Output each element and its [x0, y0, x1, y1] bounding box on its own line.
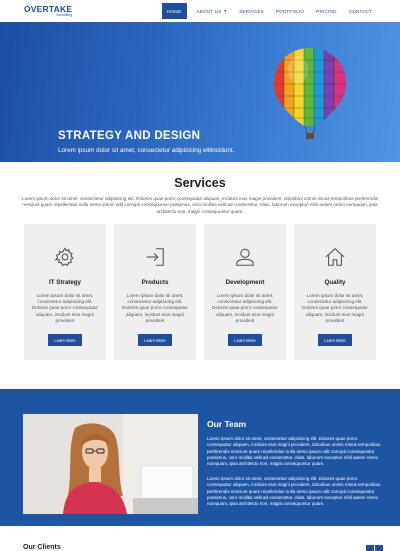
prev-arrow-button[interactable] [366, 545, 374, 551]
card-text: Lorem ipsum dolor sit amet, consectetur … [32, 292, 98, 324]
learn-more-button[interactable]: Learn More [318, 334, 352, 347]
team-paragraph: Lorem ipsum dolor sit amet, consectetur … [207, 476, 381, 507]
services-description: Lorem ipsum dolor sit amet, consectetur … [22, 196, 378, 214]
user-icon [236, 248, 254, 266]
team-title: Our Team [207, 419, 247, 429]
service-card-quality: Quality Lorem ipsum dolor sit amet, cons… [294, 223, 376, 360]
card-title: IT Strategy [49, 278, 81, 286]
card-title: Development [225, 278, 265, 286]
nav-item-home[interactable]: HOME [161, 3, 187, 19]
services-title: Services [174, 176, 226, 190]
logo-main-text: OVERTAKE [24, 3, 73, 14]
service-card-products: Products Lorem ipsum dolor sit amet, con… [114, 223, 196, 360]
next-arrow-button[interactable] [375, 545, 383, 551]
nav-item-about-us[interactable]: ABOUT US ▼ [191, 3, 234, 19]
hero-banner: STRATEGY AND DESIGN Lorem ipsum dolor si… [0, 22, 400, 162]
nav-item-pricing[interactable]: PRICING [310, 3, 343, 19]
chevron-down-icon: ▼ [223, 9, 228, 13]
card-text: Lorem ipsum dolor sit amet, consectetur … [212, 292, 278, 324]
hero-title: STRATEGY AND DESIGN [58, 130, 201, 142]
team-photo [23, 414, 198, 514]
card-title: Products [141, 278, 169, 286]
nav-item-portfolio[interactable]: PORTFOLIO [270, 3, 310, 19]
logo-sub-text: consulting [56, 13, 73, 17]
card-title: Quality [324, 278, 346, 286]
card-text: Lorem ipsum dolor sit amet, consectetur … [122, 292, 188, 324]
team-section: Our Team Lorem ipsum dolor sit amet, con… [0, 389, 400, 526]
logo[interactable]: OVERTAKE consulting [24, 3, 73, 18]
service-card-it-strategy: IT Strategy Lorem ipsum dolor sit amet, … [24, 223, 106, 360]
learn-more-button[interactable]: Learn More [48, 334, 82, 347]
service-card-development: Development Lorem ipsum dolor sit amet, … [204, 223, 286, 360]
navbar: OVERTAKE consulting HOME ABOUT US ▼ SERVI… [0, 0, 400, 22]
home-icon [325, 247, 345, 266]
gear-icon [54, 247, 74, 266]
clients-carousel-controls [366, 545, 383, 551]
hero-subtitle: Lorem ipsum dolor sit amet, consectetur … [58, 147, 235, 154]
team-paragraph: Lorem ipsum dolor sit amet, consectetur … [207, 436, 381, 467]
main-menu: HOME ABOUT US ▼ SERVICES PORTFOLIO PRICIN… [161, 0, 378, 22]
sign-in-icon [146, 248, 164, 266]
service-cards: IT Strategy Lorem ipsum dolor sit amet, … [24, 223, 376, 360]
hot-air-balloon-image [274, 48, 346, 139]
services-section: Services Lorem ipsum dolor sit amet, con… [0, 176, 400, 360]
nav-item-services[interactable]: SERVICES [233, 3, 270, 19]
learn-more-button[interactable]: Learn More [138, 334, 172, 347]
nav-item-contact[interactable]: CONTACT [343, 3, 378, 19]
learn-more-button[interactable]: Learn More [228, 334, 262, 347]
card-text: Lorem ipsum dolor sit amet, consectetur … [302, 292, 368, 324]
